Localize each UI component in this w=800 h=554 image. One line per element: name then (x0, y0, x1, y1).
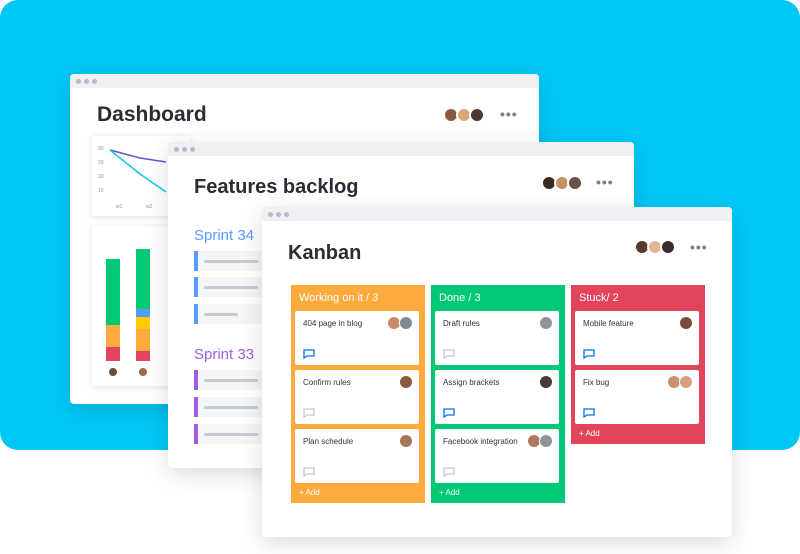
kanban-card[interactable]: Plan schedule (295, 429, 419, 483)
text-placeholder-line (204, 406, 258, 409)
series-line-cyan (109, 149, 167, 193)
kanban-column-stuck: Stuck/ 2 Mobile feature Fix bug + Add (571, 285, 705, 444)
window-chrome (262, 207, 732, 221)
stacked-bar-segment (136, 317, 150, 329)
text-placeholder-line (204, 379, 258, 382)
add-item-button[interactable]: + Add (439, 488, 460, 497)
text-placeholder-line (204, 286, 258, 289)
kanban-card[interactable]: 404 page in blog (295, 311, 419, 365)
sprint-group-title[interactable]: Sprint 33 (194, 346, 254, 363)
card-title: Mobile feature (583, 319, 634, 328)
text-placeholder-line (204, 313, 238, 316)
card-title: Fix bug (583, 378, 610, 387)
group-color-bar (194, 277, 198, 297)
sprint-group-title[interactable]: Sprint 34 (194, 227, 254, 244)
add-item-button[interactable]: + Add (299, 488, 320, 497)
card-title: Assign brackets (443, 378, 500, 387)
avatar (137, 366, 149, 378)
window-chrome (168, 142, 634, 156)
text-placeholder-line (204, 433, 258, 436)
comment-icon[interactable] (303, 467, 315, 477)
avatar[interactable] (660, 239, 676, 255)
kanban-column-done: Done / 3 Draft rules Assign brackets Fac… (431, 285, 565, 503)
card-title: Facebook integration (443, 437, 518, 446)
avatar (539, 316, 553, 330)
more-options-icon[interactable]: ••• (500, 106, 518, 122)
group-color-bar (194, 370, 198, 390)
stacked-bar-segment (106, 259, 120, 325)
group-color-bar (194, 397, 198, 417)
window-chrome (70, 74, 539, 88)
stacked-bar-segment (106, 347, 120, 361)
avatar (399, 434, 413, 448)
more-options-icon[interactable]: ••• (596, 174, 614, 190)
avatar (399, 375, 413, 389)
kanban-window: Kanban ••• Working on it / 3 404 page in… (262, 207, 732, 537)
avatar (539, 434, 553, 448)
kanban-card[interactable]: Fix bug (575, 370, 699, 424)
window-dot (76, 79, 81, 84)
kanban-card[interactable]: Assign brackets (435, 370, 559, 424)
avatar (107, 366, 119, 378)
kanban-column-working: Working on it / 3 404 page in blog Confi… (291, 285, 425, 503)
comment-icon[interactable] (583, 349, 595, 359)
page-title: Features backlog (194, 176, 359, 198)
window-dot (284, 212, 289, 217)
card-title: Draft rules (443, 319, 480, 328)
card-title: Confirm rules (303, 378, 351, 387)
comment-icon[interactable] (303, 408, 315, 418)
kanban-card[interactable]: Confirm rules (295, 370, 419, 424)
more-options-icon[interactable]: ••• (690, 239, 708, 255)
avatar[interactable] (567, 175, 583, 191)
group-color-bar (194, 251, 198, 271)
add-item-button[interactable]: + Add (579, 429, 600, 438)
window-dot (276, 212, 281, 217)
avatar (679, 316, 693, 330)
stacked-bar-segment (136, 329, 150, 351)
stacked-bar-segment (136, 249, 150, 309)
column-header[interactable]: Working on it / 3 (291, 285, 425, 311)
kanban-card[interactable]: Mobile feature (575, 311, 699, 365)
avatar[interactable] (469, 107, 485, 123)
group-color-bar (194, 424, 198, 444)
group-color-bar (194, 304, 198, 324)
window-dot (190, 147, 195, 152)
kanban-card[interactable]: Facebook integration (435, 429, 559, 483)
comment-icon[interactable] (583, 408, 595, 418)
text-placeholder-line (204, 260, 258, 263)
avatar (539, 375, 553, 389)
column-header[interactable]: Stuck/ 2 (571, 285, 705, 311)
comment-icon[interactable] (443, 349, 455, 359)
window-dot (268, 212, 273, 217)
comment-icon[interactable] (443, 408, 455, 418)
stacked-bar-segment (106, 325, 120, 347)
stacked-bar-segment (136, 351, 150, 361)
window-dot (182, 147, 187, 152)
page-title: Kanban (288, 242, 362, 264)
avatar (679, 375, 693, 389)
kanban-card[interactable]: Draft rules (435, 311, 559, 365)
card-title: 404 page in blog (303, 319, 363, 328)
page-title: Dashboard (97, 103, 207, 126)
card-title: Plan schedule (303, 437, 354, 446)
window-dot (92, 79, 97, 84)
comment-icon[interactable] (303, 349, 315, 359)
stacked-bar-segment (136, 309, 150, 317)
column-header[interactable]: Done / 3 (431, 285, 565, 311)
avatar (399, 316, 413, 330)
window-dot (174, 147, 179, 152)
window-dot (84, 79, 89, 84)
comment-icon[interactable] (443, 467, 455, 477)
